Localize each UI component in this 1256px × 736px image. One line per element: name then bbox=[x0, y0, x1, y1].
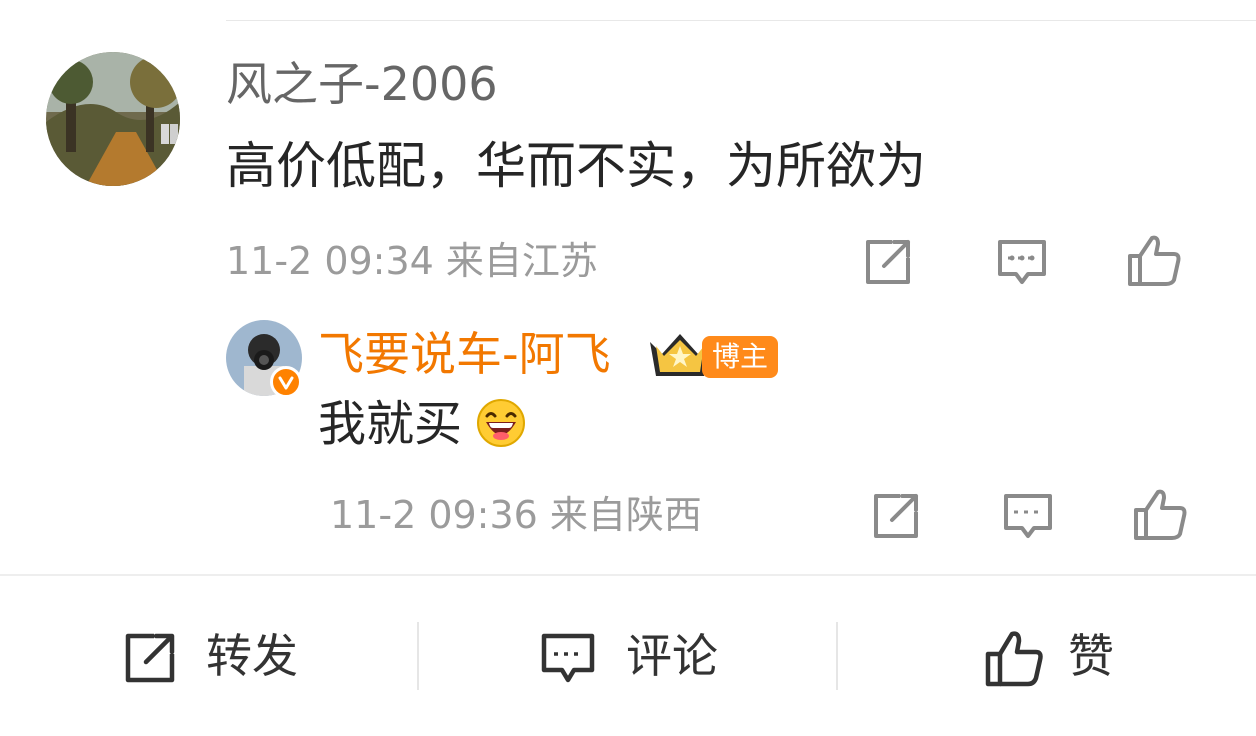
bottom-like-icon[interactable] bbox=[984, 628, 1044, 688]
reply-like-button[interactable] bbox=[1132, 486, 1188, 542]
bottom-repost-icon[interactable] bbox=[120, 628, 180, 688]
bottom-separator bbox=[417, 622, 419, 690]
like-button[interactable]: 赞 bbox=[1068, 626, 1114, 686]
comment-reply-button[interactable] bbox=[994, 234, 1050, 290]
grin-emoji bbox=[476, 398, 526, 448]
reply-share-button[interactable] bbox=[868, 488, 924, 544]
comment-icon bbox=[998, 240, 1046, 284]
bottom-separator bbox=[836, 622, 838, 690]
comment-text: 高价低配，华而不实，为所欲为 bbox=[226, 137, 926, 195]
share-icon bbox=[874, 494, 918, 538]
top-divider bbox=[226, 20, 1256, 21]
comment-share-button[interactable] bbox=[860, 234, 916, 290]
like-icon bbox=[1128, 235, 1181, 286]
reply-username[interactable]: 飞要说车-阿飞 bbox=[318, 326, 611, 382]
reply-comment-button[interactable] bbox=[1000, 488, 1056, 544]
share-icon bbox=[125, 633, 175, 683]
verified-badge-icon bbox=[270, 366, 302, 398]
like-icon bbox=[985, 631, 1043, 687]
blogger-badge: 博主 bbox=[702, 336, 778, 378]
bottom-comment-icon[interactable] bbox=[538, 628, 598, 688]
comment-like-button[interactable] bbox=[1126, 232, 1182, 288]
reply-meta: 11-2 09:36 来自陕西 bbox=[330, 493, 702, 537]
like-icon bbox=[1134, 489, 1187, 540]
share-icon bbox=[866, 240, 910, 284]
comment-icon bbox=[541, 633, 595, 683]
comment-username[interactable]: 风之子-2006 bbox=[226, 56, 498, 112]
reply-text: 我就买 bbox=[318, 396, 463, 452]
comment-button[interactable]: 评论 bbox=[626, 626, 718, 686]
avatar[interactable] bbox=[46, 52, 180, 186]
repost-button[interactable]: 转发 bbox=[206, 626, 298, 686]
comment-icon bbox=[1004, 494, 1052, 538]
comment-meta: 11-2 09:34 来自江苏 bbox=[226, 239, 598, 283]
